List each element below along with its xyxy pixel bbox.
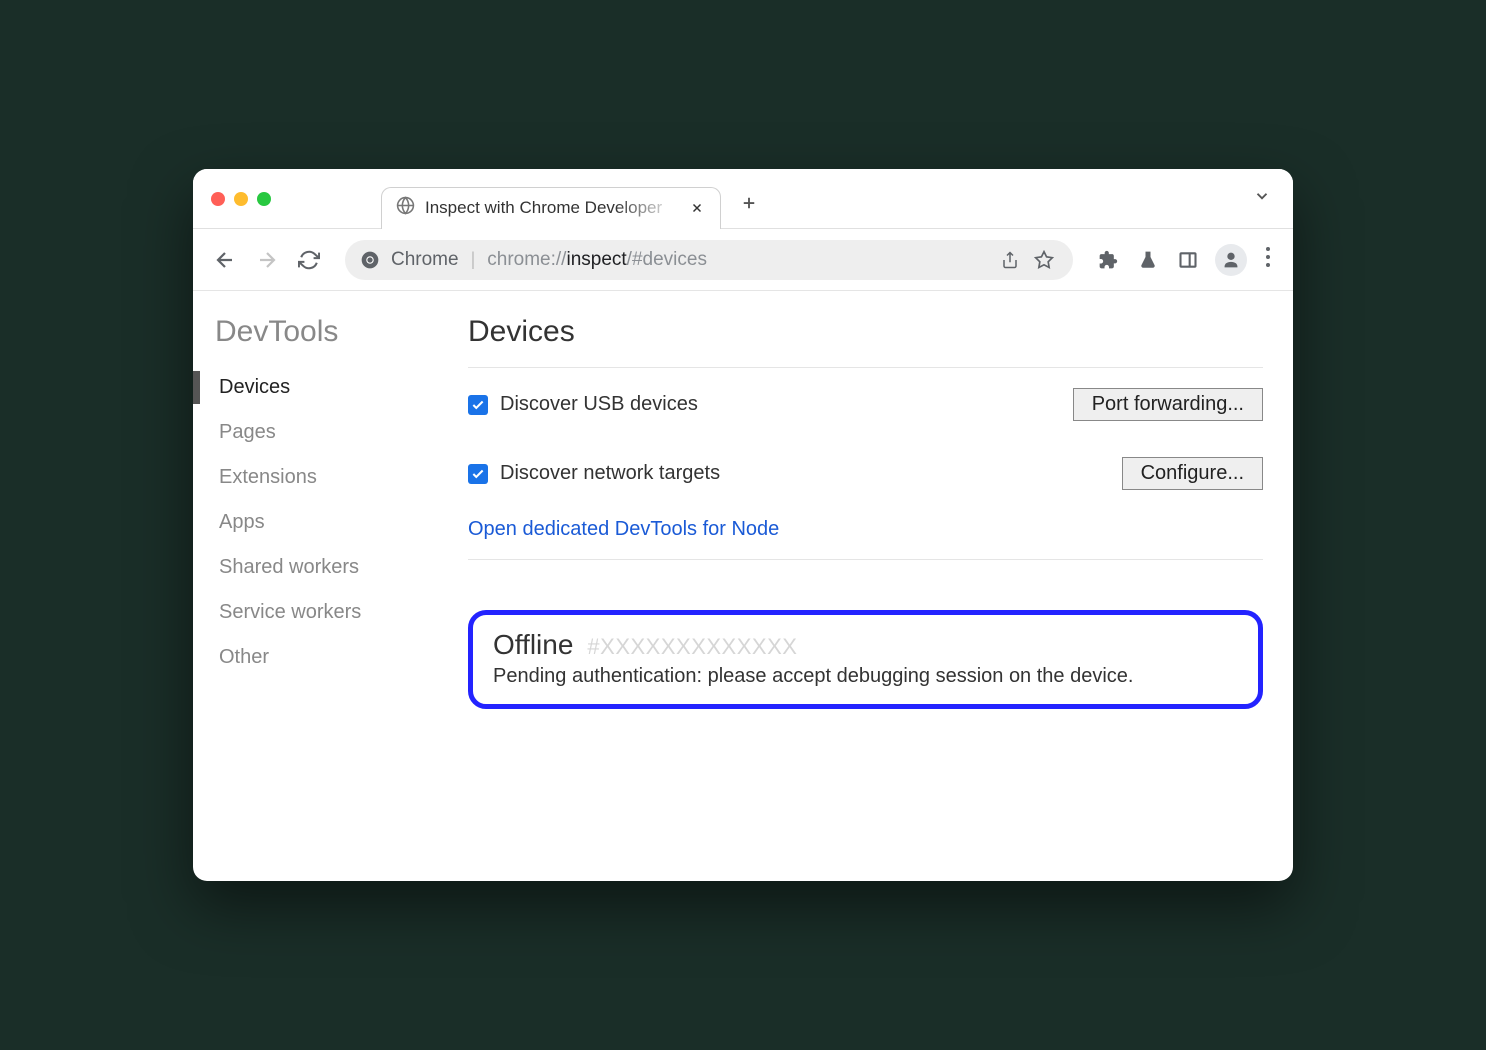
- discover-network-row: Discover network targets Configure...: [468, 437, 1263, 506]
- page-title: Devices: [468, 315, 1263, 368]
- reload-button[interactable]: [295, 246, 323, 274]
- offline-status-label: Offline: [493, 629, 573, 661]
- address-url: chrome://inspect/#devices: [487, 249, 987, 271]
- chrome-icon: [359, 249, 381, 271]
- offline-device-card: Offline #XXXXXXXXXXXXX Pending authentic…: [468, 610, 1263, 709]
- browser-window: Inspect with Chrome Developer: [193, 169, 1293, 881]
- tabs-dropdown-button[interactable]: [1249, 183, 1275, 214]
- port-forwarding-button[interactable]: Port forwarding...: [1073, 388, 1263, 421]
- discover-network-label: Discover network targets: [500, 462, 720, 485]
- sidebar-item-service-workers[interactable]: Service workers: [193, 590, 438, 635]
- sidebar: DevTools Devices Pages Extensions Apps S…: [193, 291, 438, 881]
- sidebar-item-apps[interactable]: Apps: [193, 500, 438, 545]
- sidebar-title: DevTools: [193, 315, 438, 365]
- labs-flask-icon[interactable]: [1135, 247, 1161, 273]
- address-actions: [997, 247, 1065, 273]
- node-devtools-link[interactable]: Open dedicated DevTools for Node: [468, 518, 779, 540]
- maximize-window-button[interactable]: [257, 192, 271, 206]
- tab-title: Inspect with Chrome Developer: [425, 198, 678, 218]
- offline-device-id: #XXXXXXXXXXXXX: [587, 634, 797, 660]
- back-button[interactable]: [211, 246, 239, 274]
- sidebar-item-extensions[interactable]: Extensions: [193, 455, 438, 500]
- node-devtools-row: Open dedicated DevTools for Node: [468, 506, 1263, 560]
- address-bar[interactable]: Chrome | chrome://inspect/#devices: [345, 240, 1073, 280]
- offline-message: Pending authentication: please accept de…: [493, 665, 1238, 688]
- titlebar: Inspect with Chrome Developer: [193, 169, 1293, 229]
- sidebar-item-pages[interactable]: Pages: [193, 410, 438, 455]
- kebab-menu-icon[interactable]: [1261, 246, 1275, 273]
- extensions-icon[interactable]: [1095, 247, 1121, 273]
- new-tab-button[interactable]: [733, 187, 765, 219]
- discover-usb-label: Discover USB devices: [500, 393, 698, 416]
- configure-button[interactable]: Configure...: [1122, 457, 1263, 490]
- address-separator: |: [471, 249, 476, 270]
- minimize-window-button[interactable]: [234, 192, 248, 206]
- browser-tab[interactable]: Inspect with Chrome Developer: [381, 187, 721, 229]
- window-controls: [211, 192, 271, 206]
- close-tab-icon[interactable]: [688, 199, 706, 217]
- page-content: DevTools Devices Pages Extensions Apps S…: [193, 291, 1293, 881]
- address-scheme-label: Chrome: [391, 249, 459, 271]
- discover-usb-row: Discover USB devices Port forwarding...: [468, 368, 1263, 437]
- sidebar-item-devices[interactable]: Devices: [193, 365, 438, 410]
- bookmark-star-icon[interactable]: [1031, 247, 1057, 273]
- toolbar-icons: [1095, 244, 1275, 276]
- discover-usb-checkbox[interactable]: [468, 395, 488, 415]
- forward-button[interactable]: [253, 246, 281, 274]
- main-panel: Devices Discover USB devices Port forwar…: [438, 291, 1293, 881]
- close-window-button[interactable]: [211, 192, 225, 206]
- profile-avatar-icon[interactable]: [1215, 244, 1247, 276]
- sidebar-item-shared-workers[interactable]: Shared workers: [193, 545, 438, 590]
- toolbar: Chrome | chrome://inspect/#devices: [193, 229, 1293, 291]
- titlebar-right: [1249, 183, 1275, 214]
- discover-network-checkbox[interactable]: [468, 464, 488, 484]
- globe-icon: [396, 196, 415, 220]
- share-icon[interactable]: [997, 247, 1023, 273]
- sidebar-item-other[interactable]: Other: [193, 635, 438, 680]
- side-panel-icon[interactable]: [1175, 247, 1201, 273]
